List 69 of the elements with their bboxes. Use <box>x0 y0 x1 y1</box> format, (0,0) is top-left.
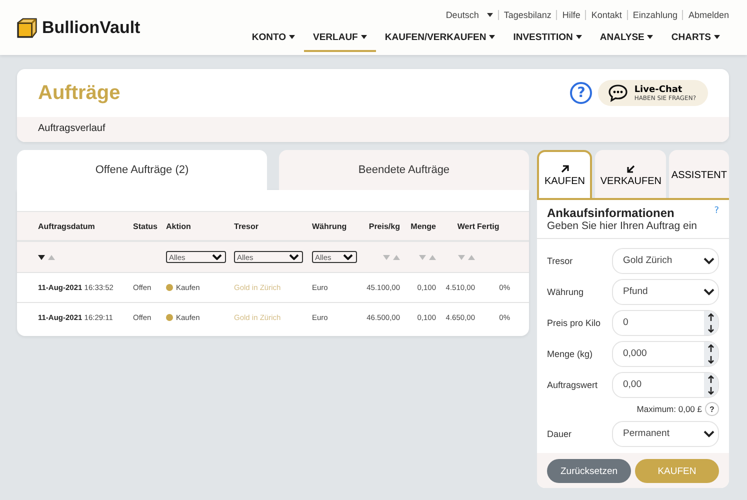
field-label: Menge (kg) <box>547 348 593 358</box>
column-header: Preis/kg <box>368 222 401 230</box>
top-link[interactable]: Tagesbilanz <box>504 10 552 20</box>
column-header: Fertig <box>477 222 500 230</box>
trade-tab[interactable]: KAUFEN <box>537 150 592 198</box>
logo-text[interactable]: BullionVault <box>42 18 140 38</box>
caret-icon <box>360 35 367 40</box>
panel-heading: Ankaufsinformationen <box>547 206 674 220</box>
nav-item[interactable]: VERLAUF <box>304 28 376 52</box>
sort-icon[interactable] <box>38 254 55 260</box>
top-link[interactable]: Abmelden <box>688 10 729 20</box>
select-field[interactable]: Pfund <box>612 278 719 304</box>
cube-logo-icon <box>16 16 38 38</box>
orders-tab[interactable]: Beendete Aufträge <box>279 150 529 190</box>
stepper-icon[interactable] <box>707 312 715 334</box>
caret-icon <box>289 35 295 40</box>
field-label: Dauer <box>547 428 572 438</box>
stepper-icon[interactable] <box>707 342 715 364</box>
nav-item[interactable]: ANALYSE <box>590 28 662 52</box>
trade-tab[interactable]: VERKAUFEN <box>595 150 666 198</box>
chevron-down-icon <box>212 254 222 260</box>
chevron-down-icon <box>703 288 715 296</box>
help-icon[interactable]: ? <box>705 402 719 416</box>
nav-item[interactable]: KONTO <box>242 28 304 52</box>
caret-icon <box>576 35 582 40</box>
number-field[interactable]: 0,000 <box>612 340 719 366</box>
top-link[interactable]: Einzahlung <box>632 10 678 20</box>
column-header: Aktion <box>166 222 192 230</box>
status-dot-icon <box>166 284 173 291</box>
column-header: Menge <box>410 222 437 230</box>
status-dot-icon <box>166 314 173 321</box>
column-header: Auftragsdatum <box>38 222 96 230</box>
select-field[interactable]: Gold Zürich <box>612 248 719 274</box>
top-link[interactable]: Deutsch <box>446 10 479 20</box>
reset-button[interactable]: Zurücksetzen <box>547 459 631 483</box>
field-label: Währung <box>547 286 584 296</box>
arrow-down-left-icon <box>626 164 636 174</box>
number-field[interactable]: 0,00 <box>612 372 719 398</box>
column-header: Tresor <box>234 222 260 230</box>
column-header: Währung <box>312 222 348 230</box>
chevron-down-icon <box>703 256 715 264</box>
help-icon[interactable]: ? <box>570 82 592 104</box>
breadcrumb: Auftragsverlauf <box>38 123 106 134</box>
stepper-icon[interactable] <box>707 374 715 396</box>
column-header: Wert <box>457 222 476 230</box>
chat-bubble-icon <box>608 84 628 102</box>
chevron-down-icon <box>289 254 299 260</box>
panel-subheading: Geben Sie hier Ihren Auftrag ein <box>547 220 698 232</box>
maximum-note: Maximum: 0,00 £ <box>636 404 702 414</box>
nav-item[interactable]: CHARTS <box>662 28 729 52</box>
column-header: Status <box>133 222 158 230</box>
caret-icon <box>647 35 654 40</box>
chevron-down-icon <box>343 254 353 260</box>
nav-item[interactable]: KAUFEN/VERKAUFEN <box>376 28 504 52</box>
number-field[interactable]: 0 <box>612 310 719 336</box>
nav-item[interactable]: INVESTITION <box>504 28 591 52</box>
field-label: Tresor <box>547 256 573 266</box>
top-link[interactable]: Hilfe <box>562 10 580 20</box>
arrow-up-right-icon <box>560 164 570 174</box>
trade-tab[interactable]: ASSISTENT <box>669 150 729 198</box>
caret-icon <box>489 35 496 40</box>
field-label: Auftragswert <box>547 380 598 390</box>
page-title: Aufträge <box>38 82 122 104</box>
orders-tab[interactable]: Offene Aufträge (2) <box>17 150 267 190</box>
caret-icon <box>714 35 720 40</box>
chevron-down-icon <box>703 430 715 438</box>
select-field[interactable]: Permanent <box>612 420 719 446</box>
top-link[interactable]: Kontakt <box>591 10 622 20</box>
field-label: Preis pro Kilo <box>547 318 601 328</box>
